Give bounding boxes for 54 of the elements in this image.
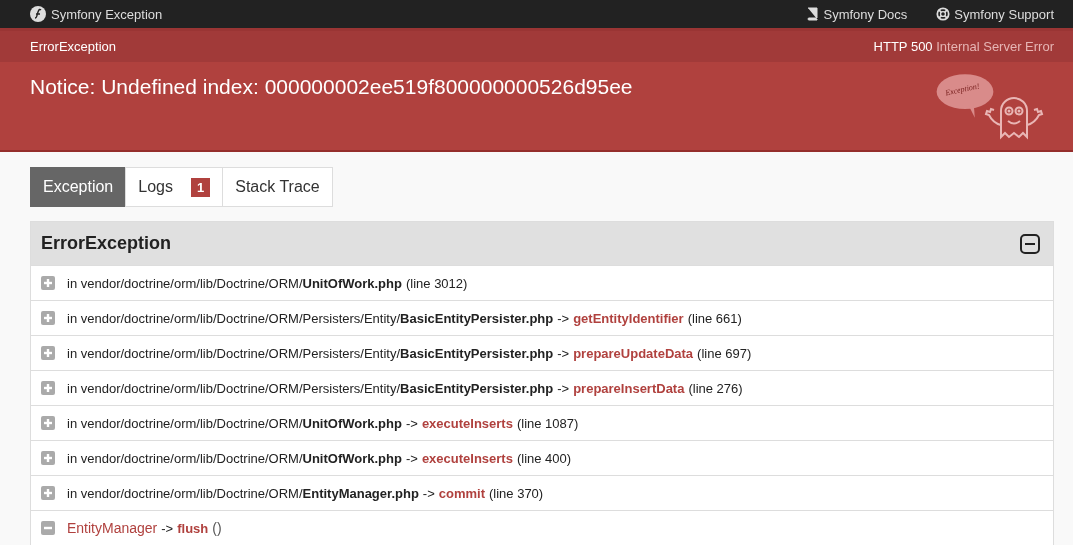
exception-message: Notice: Undefined index: 000000002ee519f800000000526d95ee <box>30 75 633 100</box>
method-name: executeInserts <box>421 415 513 431</box>
method-name: prepareInsertData <box>573 380 685 396</box>
file-location: in vendor/doctrine/orm/lib/Doctrine/ORM/EntityManager.php <box>67 485 419 501</box>
line-number: (line 697) <box>697 345 752 361</box>
method-name: executeInserts <box>421 450 513 466</box>
file-location: in vendor/doctrine/orm/lib/Doctrine/ORM/UnitOfWork.php <box>67 275 402 291</box>
logo-icon <box>30 6 46 22</box>
exception-class: ErrorException <box>30 39 116 54</box>
bubble-text: Exception! <box>944 81 981 98</box>
call-arrow: -> <box>557 345 570 361</box>
call-arrow: -> <box>405 415 418 431</box>
status-code: HTTP 500 <box>873 39 933 54</box>
call-arrow: -> <box>422 485 435 501</box>
file-location: in vendor/doctrine/orm/lib/Doctrine/ORM/Persisters/Entity/BasicEntityPersister.php <box>67 310 554 326</box>
line-number: (line 276) <box>688 380 743 396</box>
expand-icon[interactable] <box>41 416 55 430</box>
line-number: (line 370) <box>489 485 544 501</box>
app-title: Symfony Exception <box>51 6 163 22</box>
file-location: in vendor/doctrine/orm/lib/Doctrine/ORM/Persisters/Entity/BasicEntityPersister.php <box>67 380 554 396</box>
expand-icon[interactable] <box>41 451 55 465</box>
method-name: flush <box>177 520 209 536</box>
lifebuoy-icon <box>936 7 951 21</box>
method-name: commit <box>438 485 485 501</box>
method-name: getEntityIdentifier <box>573 310 684 326</box>
expand-icon[interactable] <box>41 381 55 395</box>
file-location: in vendor/doctrine/orm/lib/Doctrine/ORM/Persisters/Entity/BasicEntityPersister.php <box>67 345 554 361</box>
method-arguments: () <box>212 520 222 536</box>
top-link[interactable]: Symfony Support <box>936 6 1054 22</box>
status-text: Internal Server Error <box>936 39 1054 54</box>
file-location: in vendor/doctrine/orm/lib/Doctrine/ORM/UnitOfWork.php <box>67 450 402 466</box>
collapse-icon[interactable] <box>1020 233 1040 254</box>
line-number: (line 1087) <box>516 415 579 431</box>
call-arrow: -> <box>161 520 174 536</box>
tab[interactable]: Exception <box>30 167 127 207</box>
file-location: in vendor/doctrine/orm/lib/Doctrine/ORM/UnitOfWork.php <box>67 415 402 431</box>
expand-icon[interactable] <box>41 311 55 325</box>
count-badge: 1 <box>190 177 211 197</box>
expand-icon[interactable] <box>41 276 55 290</box>
expand-icon[interactable] <box>41 346 55 360</box>
tab[interactable]: Stack Trace <box>222 167 333 207</box>
line-number: (line 661) <box>687 310 742 326</box>
panel-title: ErrorException <box>41 233 172 254</box>
top-link[interactable]: Symfony Docs <box>805 6 908 22</box>
call-arrow: -> <box>557 380 570 396</box>
speech-bubble <box>935 72 995 120</box>
expand-icon[interactable] <box>41 486 55 500</box>
class-name: EntityManager <box>67 520 158 536</box>
line-number: (line 3012) <box>405 275 468 291</box>
tab[interactable]: Logs 1 <box>125 167 224 207</box>
method-name: prepareUpdateData <box>573 345 694 361</box>
call-arrow: -> <box>557 310 570 326</box>
line-number: (line 400) <box>516 450 572 466</box>
call-arrow: -> <box>405 450 418 466</box>
